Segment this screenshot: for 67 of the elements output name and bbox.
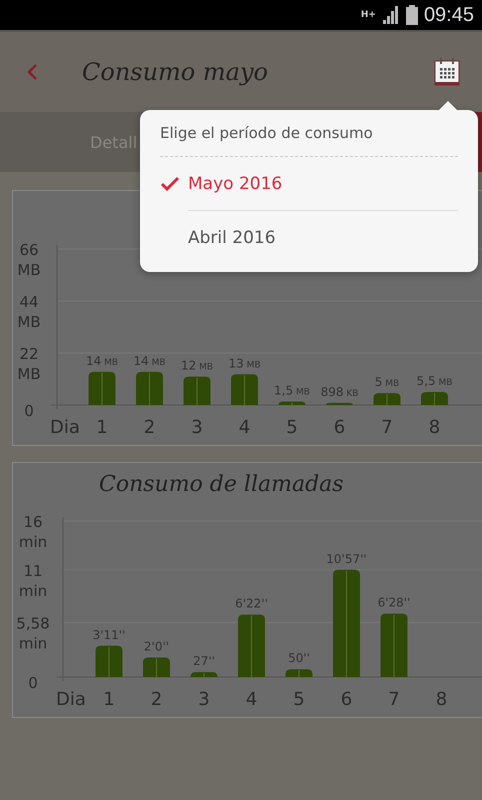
day-label: 3 [191,417,203,438]
bar-value-label: 12 MB [180,358,214,373]
battery-icon [406,5,418,25]
chart-bar [374,393,400,405]
chart-bar [278,401,306,405]
bar-value-label: 14 MB [133,354,166,368]
bar-value-label: 13 MB [228,356,261,370]
day-label: 4 [246,689,258,710]
axis-tick-label: 44 MB [17,293,41,331]
axis-tick-label: 0 [28,674,38,692]
chart-bar [136,372,163,405]
chart-bar [380,614,408,677]
chart-bar [286,669,312,677]
chart-bar [238,614,265,677]
day-label: 8 [436,689,448,710]
bar-value-label: 5,5 MB [416,374,452,388]
bar-value-label: 3'11'' [92,628,126,642]
bar-value-label: 6'22'' [235,596,268,611]
check-icon [160,176,180,192]
chart-bar [88,372,116,405]
calendar-icon[interactable] [434,58,460,86]
bar-value-label: 50'' [288,651,310,666]
axis-tick-label: 0 [24,402,34,420]
chart-bar [96,646,122,677]
day-label: 1 [96,417,108,438]
chart-bar [184,376,210,405]
chart-bar [421,392,448,405]
bar-value-label: 6'28'' [378,596,410,610]
chart-bar [326,402,353,405]
day-label: 4 [238,417,250,438]
axis-tick-label: 16 min [18,513,48,551]
chart-title: Consumo de llamadas [99,471,344,499]
bar-value-label: 2'0'' [144,640,170,654]
day-label: 5 [293,689,305,710]
menu-item[interactable]: Mayo 2016 [160,157,458,210]
axis-title: Dia [56,689,86,710]
bar-value-label: 10'57'' [326,552,367,566]
bar-value-label: 14 MB [86,354,118,368]
axis-tick-label: 66 MB [17,241,41,279]
day-label: 2 [144,417,156,438]
signal-icon [382,6,400,24]
menu-item[interactable]: Abril 2016 [160,211,458,264]
day-label: 8 [428,417,440,438]
network-type-label: H+ [360,10,376,20]
bar-value-label: 1,5 MB [274,383,310,398]
chart-bar [143,658,170,677]
day-label: 6 [334,417,346,438]
day-label: 1 [103,689,115,710]
menu-header: Elige el período de consumo [160,110,458,157]
axis-tick-label: 22 MB [17,345,41,383]
day-label: 3 [198,689,210,710]
day-label: 7 [388,689,400,710]
day-label: 7 [381,417,393,438]
axis-title: Dia [50,417,80,438]
axis-tick-label: 11 min [18,562,48,600]
back-icon [26,63,38,81]
page-title: Consumo mayo [82,58,269,86]
bar-value-label: 5 MB [374,375,400,390]
axis-tick-label: 5,58 min [16,614,50,653]
day-label: 5 [286,417,298,438]
day-label: 2 [150,689,162,710]
chart-bar [190,672,218,677]
bar-value-label: 898 KB [320,384,358,399]
day-label: 6 [340,689,352,710]
clock: 09:45 [424,4,474,26]
bar-value-label: 27'' [193,654,215,668]
chart-bar [231,374,258,405]
